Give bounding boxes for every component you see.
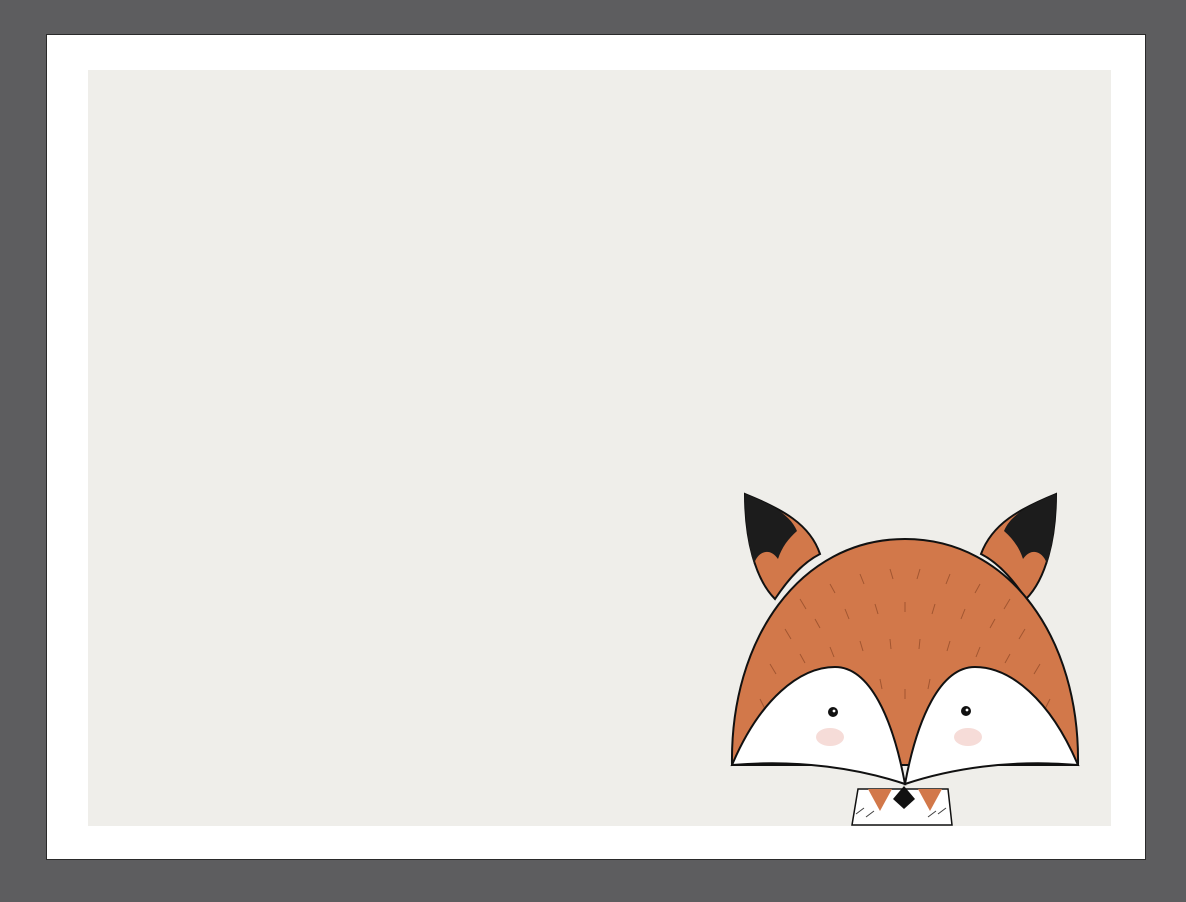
right-cheek: [954, 728, 982, 746]
left-cheek: [816, 728, 844, 746]
card-panel: [88, 70, 1111, 826]
card-artwork: [88, 70, 1111, 826]
right-eye: [961, 706, 971, 716]
paper-sheet: [46, 34, 1146, 860]
left-eye: [828, 707, 838, 717]
workspace-background: [0, 0, 1186, 902]
